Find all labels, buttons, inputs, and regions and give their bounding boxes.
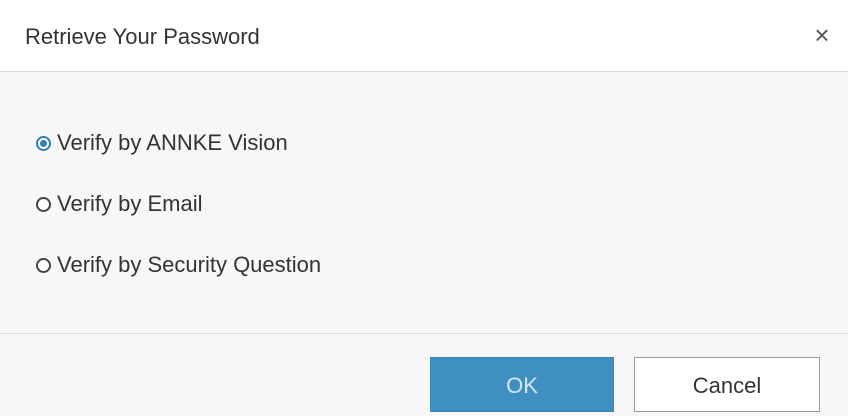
option-security-question[interactable]: Verify by Security Question [36,247,321,283]
option-label: Verify by Email [57,191,203,216]
option-label: Verify by ANNKE Vision [57,130,288,155]
dialog-title: Retrieve Your Password [25,24,260,49]
verification-options: Verify by ANNKE Vision Verify by Email V… [36,125,321,308]
radio-button[interactable] [36,196,51,212]
option-annke-vision[interactable]: Verify by ANNKE Vision [36,125,321,161]
option-email[interactable]: Verify by Email [36,186,321,222]
dialog-footer: OK Cancel [0,333,848,416]
option-label: Verify by Security Question [57,252,322,277]
retrieve-password-dialog: Retrieve Your Password × Verify by ANNKE… [0,0,848,416]
cancel-button[interactable]: Cancel [634,357,820,412]
ok-button[interactable]: OK [430,357,614,412]
radio-button[interactable] [36,257,51,273]
radio-button-selected[interactable] [36,135,51,151]
dialog-header: Retrieve Your Password × [0,0,848,72]
close-icon[interactable]: × [810,20,834,50]
